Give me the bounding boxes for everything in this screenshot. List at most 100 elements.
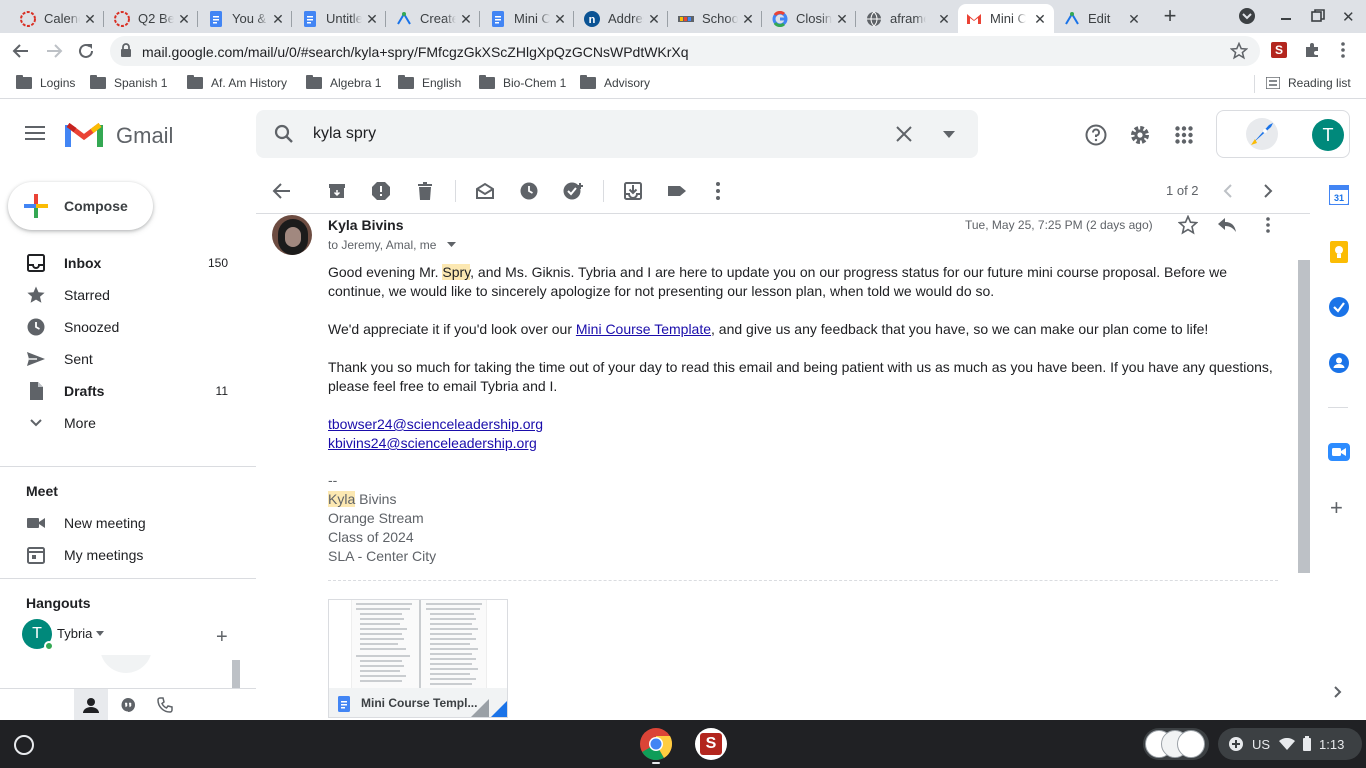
bookmark-spanish[interactable]: Spanish 1: [90, 75, 167, 90]
tab-docs-3[interactable]: Mini Course ✕: [482, 4, 574, 33]
tab-docs-1[interactable]: You & Your ✕: [200, 4, 292, 33]
phone-icon[interactable]: [157, 697, 173, 713]
tab-close-icon[interactable]: ✕: [740, 11, 756, 27]
main-menu-icon[interactable]: [25, 125, 45, 141]
help-icon[interactable]: [1085, 124, 1107, 146]
chrome-app-icon[interactable]: [640, 728, 672, 760]
compose-button[interactable]: Compose: [8, 182, 153, 230]
add-to-tasks-icon[interactable]: [563, 181, 585, 201]
tote-area[interactable]: [1143, 728, 1209, 760]
tasks-app-icon[interactable]: [1329, 297, 1349, 317]
tab-school[interactable]: Schoology ✕: [670, 4, 762, 33]
bookmark-biochem[interactable]: Bio-Chem 1: [479, 75, 566, 90]
nav-snoozed[interactable]: Snoozed: [0, 311, 256, 343]
attachment-card[interactable]: Mini Course Templ...: [328, 599, 508, 718]
tab-close-icon[interactable]: ✕: [552, 11, 568, 27]
meet-new-meeting[interactable]: New meeting: [0, 507, 256, 539]
tab-close-icon[interactable]: ✕: [1032, 11, 1048, 27]
extensions-icon[interactable]: [1303, 41, 1321, 59]
report-spam-icon[interactable]: [371, 181, 391, 201]
tab-docs-2[interactable]: Untitled ✕: [294, 4, 386, 33]
older-chevron-icon[interactable]: [1261, 183, 1275, 199]
delete-icon[interactable]: [415, 181, 435, 201]
tab-gmail-active[interactable]: Mini Course ✕: [958, 4, 1054, 33]
apps-grid-icon[interactable]: [1175, 126, 1193, 144]
bookmark-algebra[interactable]: Algebra 1: [306, 75, 381, 90]
keep-app-icon[interactable]: [1330, 241, 1348, 263]
tab-close-icon[interactable]: ✕: [176, 11, 192, 27]
tab-close-icon[interactable]: ✕: [646, 11, 662, 27]
reply-icon[interactable]: [1217, 216, 1237, 234]
nav-drafts[interactable]: Drafts 11: [0, 375, 256, 407]
message-scrollbar[interactable]: [1298, 260, 1310, 573]
show-side-panel-chevron-icon[interactable]: [1333, 685, 1343, 699]
settings-gear-icon[interactable]: [1129, 124, 1151, 146]
omnibox[interactable]: mail.google.com/mail/u/0/#search/kyla+sp…: [110, 36, 1260, 66]
reload-icon[interactable]: [77, 42, 95, 60]
nav-sent[interactable]: Sent: [0, 343, 256, 375]
hangouts-scrollbar[interactable]: [232, 660, 240, 688]
restore-icon[interactable]: [1310, 8, 1326, 24]
move-to-icon[interactable]: [623, 181, 643, 201]
search-options-icon[interactable]: [943, 131, 955, 138]
tab-search-icon[interactable]: [1238, 7, 1256, 25]
forward-icon[interactable]: [45, 42, 63, 60]
get-addons-icon[interactable]: +: [1330, 497, 1343, 519]
reading-list-button[interactable]: Reading list: [1266, 76, 1351, 90]
mini-course-template-link[interactable]: Mini Course Template: [576, 321, 711, 337]
nav-more[interactable]: More: [0, 407, 256, 439]
window-close-icon[interactable]: ✕: [1342, 8, 1355, 26]
new-tab-button[interactable]: +: [1158, 5, 1182, 27]
zoom-app-icon[interactable]: [1328, 443, 1350, 461]
email-link[interactable]: kbivins24@scienceleadership.org: [328, 435, 537, 451]
snooze-clock-icon[interactable]: [519, 181, 539, 201]
chrome-menu-icon[interactable]: [1340, 41, 1346, 59]
hangouts-chat-icon[interactable]: [120, 697, 136, 713]
search-icon[interactable]: [274, 124, 294, 144]
schoology-extension-icon[interactable]: S: [1271, 42, 1287, 58]
back-to-search-icon[interactable]: [272, 181, 292, 201]
email-link-1[interactable]: tbowser24@scienceleadership.org: [328, 415, 543, 434]
launcher-icon[interactable]: [14, 735, 34, 755]
tab-close-icon[interactable]: ✕: [458, 11, 474, 27]
tab-address[interactable]: n Address ✕: [576, 4, 668, 33]
calendar-app-icon[interactable]: 31: [1329, 185, 1349, 205]
archive-icon[interactable]: [327, 181, 347, 201]
contacts-tab[interactable]: [74, 689, 108, 720]
tab-close-icon[interactable]: ✕: [834, 11, 850, 27]
account-switcher[interactable]: T: [1216, 110, 1350, 158]
clear-search-icon[interactable]: [895, 125, 913, 143]
bookmark-advisory[interactable]: Advisory: [580, 75, 650, 90]
search-input[interactable]: kyla spry: [313, 125, 376, 143]
tab-aframe[interactable]: aframe ✕: [858, 4, 958, 33]
tab-create[interactable]: Create ✕: [388, 4, 480, 33]
schoology-app-icon[interactable]: S: [695, 728, 727, 760]
tab-calendar[interactable]: Calendar ✕: [12, 4, 104, 33]
label-icon[interactable]: [667, 181, 687, 201]
tab-close-icon[interactable]: ✕: [936, 11, 952, 27]
tab-close-icon[interactable]: ✕: [364, 11, 380, 27]
tab-close-icon[interactable]: ✕: [1126, 11, 1142, 27]
back-icon[interactable]: [12, 42, 30, 60]
account-avatar[interactable]: T: [1312, 119, 1344, 151]
sender-avatar[interactable]: [272, 215, 312, 255]
bookmark-english[interactable]: English: [398, 75, 461, 90]
mark-unread-icon[interactable]: [475, 181, 495, 201]
contacts-app-icon[interactable]: [1329, 353, 1349, 373]
tab-close-icon[interactable]: ✕: [270, 11, 286, 27]
nav-inbox[interactable]: Inbox 150: [0, 247, 256, 279]
lock-icon[interactable]: [120, 43, 132, 58]
status-area[interactable]: US 1:13: [1218, 728, 1362, 760]
hangouts-user[interactable]: T Tybria: [22, 619, 232, 651]
more-actions-icon[interactable]: [715, 181, 721, 201]
meet-my-meetings[interactable]: My meetings: [0, 539, 256, 571]
star-message-icon[interactable]: [1178, 215, 1198, 235]
sender-name[interactable]: Kyla Bivins: [328, 217, 403, 233]
bookmark-star-icon[interactable]: [1230, 42, 1248, 60]
email-link[interactable]: tbowser24@scienceleadership.org: [328, 416, 543, 432]
bookmark-afam[interactable]: Af. Am History: [187, 75, 287, 90]
minimize-icon[interactable]: [1278, 7, 1294, 23]
gmail-logo-icon[interactable]: [65, 121, 103, 149]
tab-q2[interactable]: Q2 Benchmark ✕: [106, 4, 198, 33]
message-more-icon[interactable]: [1265, 216, 1271, 234]
